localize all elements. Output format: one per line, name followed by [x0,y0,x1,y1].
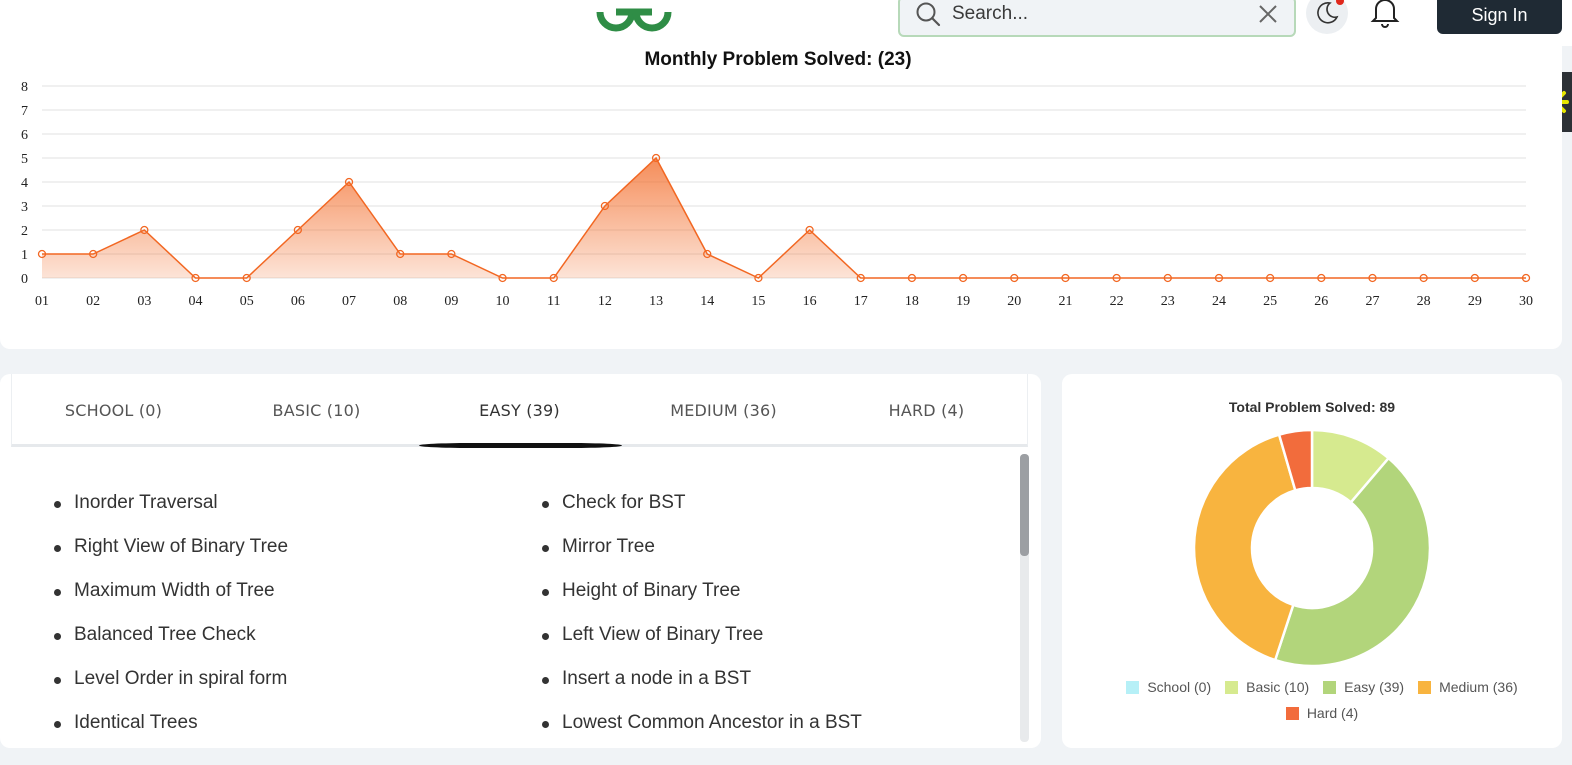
series-area [42,158,1526,278]
x-tick-label: 25 [1263,294,1277,309]
problem-link[interactable]: Insert a node in a BST [542,668,862,712]
legend-swatch [1418,680,1432,694]
legend-label: School (0) [1147,679,1212,695]
x-tick-label: 27 [1365,294,1379,309]
legend-label: Easy (39) [1344,679,1405,695]
legend-item-hard[interactable]: Hard (4) [1285,705,1359,721]
top-navbar: Sign In [0,0,1572,46]
x-tick-label: 06 [291,294,305,309]
x-tick-label: 13 [649,294,663,309]
problem-link[interactable]: Level Order in spiral form [54,668,288,712]
x-tick-label: 26 [1314,294,1328,309]
tab-easy[interactable]: EASY (39) [418,374,621,447]
x-tick-label: 10 [496,294,510,309]
x-tick-label: 30 [1519,294,1533,309]
legend-item-school[interactable]: School (0) [1126,679,1211,695]
y-tick-label: 8 [21,80,28,95]
legend-label: Hard (4) [1306,705,1359,721]
problem-link[interactable]: Check for BST [542,492,862,536]
tab-medium[interactable]: MEDIUM (36) [622,374,825,447]
x-tick-label: 18 [905,294,919,309]
y-tick-label: 7 [21,104,28,119]
bell-icon[interactable] [1370,0,1400,28]
difficulty-donut-chart [1192,428,1432,668]
active-tab-indicator [419,443,622,448]
problem-link[interactable]: Inorder Traversal [54,492,288,536]
total-solved-card: Total Problem Solved: 89 School (0) Basi… [1062,374,1562,748]
x-tick-label: 19 [956,294,970,309]
problem-link[interactable]: Mirror Tree [542,536,862,580]
gfg-logo-icon[interactable] [594,0,674,34]
monthly-line-chart: 01234567801 02 03 04 05 06 07 08 09 10 11 12 13 14 15 1… [21,80,1533,309]
tab-basic[interactable]: BASIC (10) [215,374,418,447]
search-icon [916,2,941,27]
problems-card: SCHOOL (0) BASIC (10) EASY (39) MEDIUM (… [0,374,1041,748]
x-tick-label: 01 [35,294,49,309]
legend-swatch [1323,680,1337,694]
close-icon[interactable] [1256,2,1280,26]
x-tick-label: 29 [1468,294,1482,309]
y-tick-label: 2 [21,224,28,239]
y-tick-label: 6 [21,128,28,143]
difficulty-tabs: SCHOOL (0) BASIC (10) EASY (39) MEDIUM (… [11,374,1028,448]
x-tick-label: 23 [1161,294,1175,309]
x-tick-label: 03 [137,294,151,309]
x-tick-label: 11 [547,294,560,309]
problem-link[interactable]: Maximum Width of Tree [54,580,288,624]
y-tick-label: 0 [21,272,28,287]
y-tick-label: 5 [21,152,28,167]
dark-mode-toggle[interactable] [1306,0,1348,34]
x-tick-label: 14 [700,294,714,309]
legend-label: Basic (10) [1246,679,1310,695]
donut-slice [1192,433,1297,662]
monthly-chart-card: Monthly Problem Solved: (23) 0 1 2 3 4 5 6 7 8 01… [0,46,1562,349]
x-tick-label: 08 [393,294,407,309]
x-tick-label: 16 [803,294,817,309]
problem-link[interactable]: Height of Binary Tree [542,580,862,624]
x-tick-label: 22 [1110,294,1124,309]
y-tick-label: 3 [21,200,28,215]
problem-link[interactable]: Balanced Tree Check [54,624,288,668]
x-tick-label: 21 [1058,294,1072,309]
x-tick-label: 20 [1007,294,1021,309]
problem-link[interactable]: Right View of Binary Tree [54,536,288,580]
x-tick-label: 02 [86,294,100,309]
legend-label: Medium (36) [1439,679,1518,695]
legend-item-easy[interactable]: Easy (39) [1323,679,1404,695]
x-tick-label: 05 [240,294,254,309]
x-tick-label: 07 [342,294,356,309]
y-tick-label: 4 [21,176,28,191]
x-tick-label: 12 [598,294,612,309]
legend-item-medium[interactable]: Medium (36) [1418,679,1518,695]
problem-link[interactable]: Left View of Binary Tree [542,624,862,668]
search-input[interactable] [952,1,1242,27]
search-box[interactable] [898,0,1296,37]
legend-swatch [1225,680,1239,694]
list-scrollbar[interactable] [1020,454,1029,742]
moon-icon [1317,1,1339,24]
problem-list-right: Check for BST Mirror Tree Height of Bina… [542,492,862,748]
legend-swatch [1126,680,1140,694]
sign-in-button[interactable]: Sign In [1437,0,1562,34]
tab-school[interactable]: SCHOOL (0) [12,374,215,447]
problem-link[interactable]: Identical Trees [54,712,288,748]
problem-link[interactable]: Lowest Common Ancestor in a BST [542,712,862,748]
problem-list-left: Inorder Traversal Right View of Binary T… [54,492,288,748]
donut-legend: School (0) Basic (10) Easy (39) Medium (… [1092,679,1552,721]
y-tick-label: 1 [21,248,28,263]
legend-item-basic[interactable]: Basic (10) [1225,679,1309,695]
x-tick-label: 17 [854,294,868,309]
scrollbar-thumb[interactable] [1020,454,1029,556]
x-tick-label: 04 [189,294,203,309]
x-tick-label: 24 [1212,294,1226,309]
x-tick-label: 15 [751,294,765,309]
legend-swatch [1285,706,1299,720]
x-tick-label: 09 [444,294,458,309]
tab-hard[interactable]: HARD (4) [825,374,1028,447]
x-tick-label: 28 [1417,294,1431,309]
